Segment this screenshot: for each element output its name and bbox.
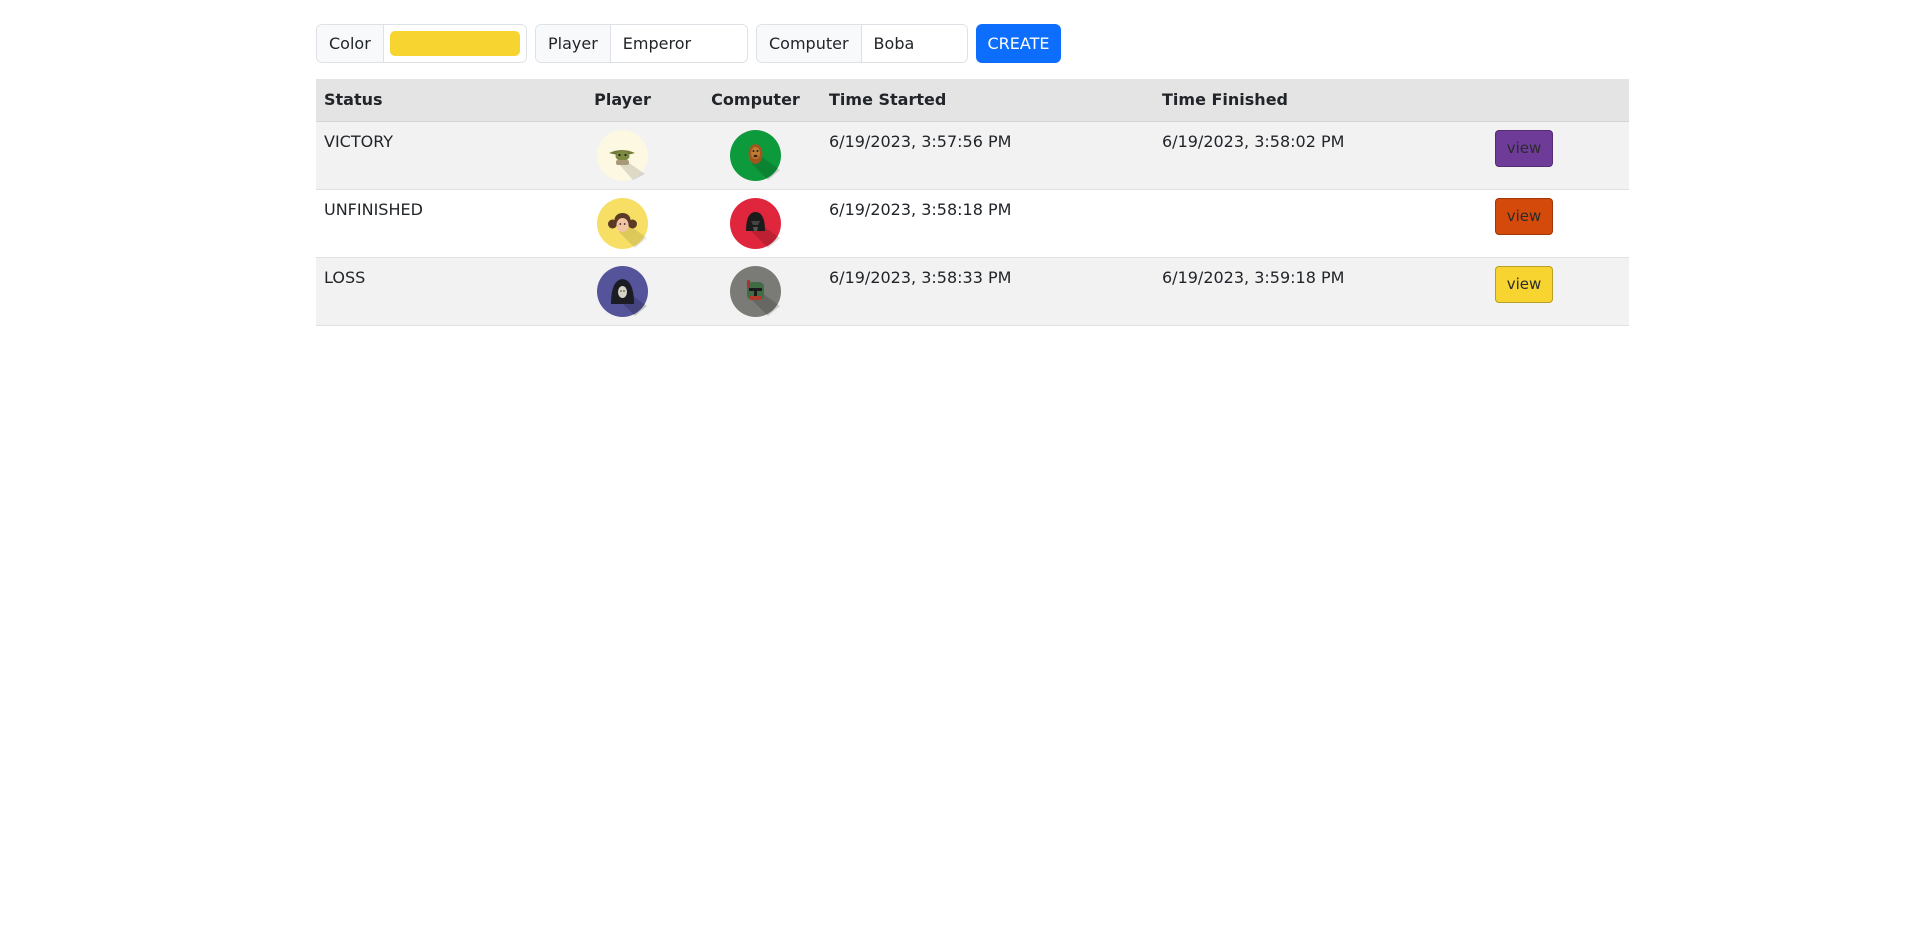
create-button[interactable]: CREATE xyxy=(976,24,1061,63)
boba-fett-icon xyxy=(730,265,781,317)
header-computer: Computer xyxy=(690,79,821,122)
header-actions xyxy=(1487,79,1629,122)
color-input-group: Color xyxy=(316,24,527,63)
computer-input-group: Computer Boba xyxy=(756,24,968,63)
table-row: UNFINISHED 6/19/2023, 3:58:18 PM view xyxy=(316,189,1629,258)
header-status: Status xyxy=(316,79,555,122)
main-container: Color Player Emperor Computer Boba CREAT… xyxy=(316,24,1629,326)
time-started-cell: 6/19/2023, 3:58:33 PM xyxy=(821,257,1154,326)
player-label: Player xyxy=(536,25,611,62)
view-button[interactable]: view xyxy=(1495,129,1553,167)
time-finished-cell xyxy=(1154,189,1487,258)
emperor-icon xyxy=(597,265,648,317)
status-cell: VICTORY xyxy=(316,121,555,190)
computer-select[interactable]: Boba xyxy=(861,25,967,62)
table-header-row: Status Player Computer Time Started Time… xyxy=(316,79,1629,122)
table-row: LOSS 6/19/2023, 3:58:33 PM 6/19/2023, 3:… xyxy=(316,257,1629,326)
color-label: Color xyxy=(317,25,384,62)
header-time-started: Time Started xyxy=(821,79,1154,122)
player-select[interactable]: Emperor xyxy=(610,25,747,62)
status-cell: UNFINISHED xyxy=(316,189,555,258)
header-time-finished: Time Finished xyxy=(1154,79,1487,122)
computer-label: Computer xyxy=(757,25,862,62)
status-cell: LOSS xyxy=(316,257,555,326)
time-finished-cell: 6/19/2023, 3:58:02 PM xyxy=(1154,121,1487,190)
yoda-icon xyxy=(597,129,648,181)
header-player: Player xyxy=(555,79,690,122)
leia-icon xyxy=(597,197,648,249)
table-row: VICTORY 6/19/2023, 3:57:56 PM 6/19/2023,… xyxy=(316,121,1629,190)
color-picker[interactable] xyxy=(383,25,526,62)
chewbacca-icon xyxy=(730,129,781,181)
darth-vader-icon xyxy=(730,197,781,249)
time-finished-cell: 6/19/2023, 3:59:18 PM xyxy=(1154,257,1487,326)
view-button[interactable]: view xyxy=(1495,197,1553,235)
time-started-cell: 6/19/2023, 3:58:18 PM xyxy=(821,189,1154,258)
games-table: Status Player Computer Time Started Time… xyxy=(316,79,1629,326)
view-button[interactable]: view xyxy=(1495,265,1553,303)
color-swatch[interactable] xyxy=(389,31,520,56)
create-game-form: Color Player Emperor Computer Boba CREAT… xyxy=(316,24,1629,63)
player-input-group: Player Emperor xyxy=(535,24,748,63)
time-started-cell: 6/19/2023, 3:57:56 PM xyxy=(821,121,1154,190)
